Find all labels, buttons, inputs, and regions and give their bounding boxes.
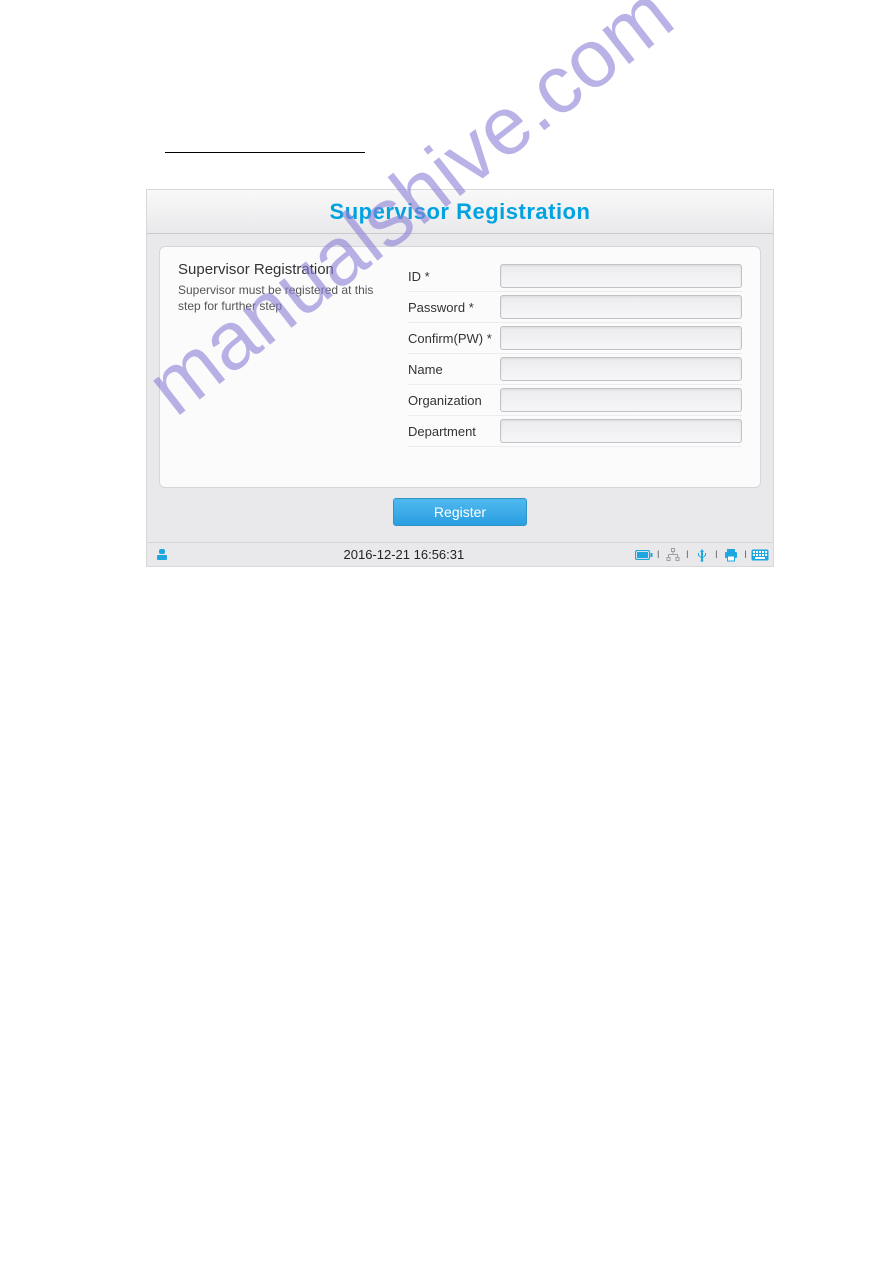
input-id[interactable] xyxy=(500,264,742,288)
field-row-password: Password * xyxy=(408,292,742,323)
label-confirm-pw: Confirm(PW) * xyxy=(408,331,500,346)
usb-icon[interactable] xyxy=(693,547,711,563)
battery-icon[interactable] xyxy=(635,547,653,563)
register-button[interactable]: Register xyxy=(393,498,527,526)
status-tray: I I I I xyxy=(635,547,769,563)
app-window: Supervisor Registration Supervisor Regis… xyxy=(146,189,774,567)
tray-separator: I xyxy=(685,549,690,561)
network-icon[interactable] xyxy=(664,547,682,563)
status-datetime: 2016-12-21 16:56:31 xyxy=(173,547,635,562)
registration-card: Supervisor Registration Supervisor must … xyxy=(159,246,761,488)
-input-organization[interactable] xyxy=(500,388,742,412)
label-department: Department xyxy=(408,424,500,439)
work-area: Supervisor Registration Supervisor must … xyxy=(147,234,773,542)
label-name: Name xyxy=(408,362,500,377)
button-row: Register xyxy=(159,498,761,526)
tray-separator: I xyxy=(656,549,661,561)
top-rule xyxy=(165,152,365,153)
label-id: ID * xyxy=(408,269,500,284)
label-password: Password * xyxy=(408,300,500,315)
status-bar: 2016-12-21 16:56:31 I I I I xyxy=(147,542,773,566)
tray-separator: I xyxy=(743,549,748,561)
input-password[interactable] xyxy=(500,295,742,319)
field-row-organization: Organization xyxy=(408,385,742,416)
field-row-department: Department xyxy=(408,416,742,447)
input-confirm-pw[interactable] xyxy=(500,326,742,350)
panel-note: Supervisor must be registered at this st… xyxy=(178,282,396,314)
registration-form: ID * Password * Confirm(PW) * Name xyxy=(408,261,742,447)
keyboard-icon[interactable] xyxy=(751,547,769,563)
field-row-name: Name xyxy=(408,354,742,385)
panel-heading: Supervisor Registration xyxy=(178,261,396,278)
window-title: Supervisor Registration xyxy=(330,199,591,225)
tray-separator: I xyxy=(714,549,719,561)
panel-description: Supervisor Registration Supervisor must … xyxy=(178,261,408,447)
field-row-confirm-pw: Confirm(PW) * xyxy=(408,323,742,354)
input-name[interactable] xyxy=(500,357,742,381)
printer-icon[interactable] xyxy=(722,547,740,563)
field-row-id: ID * xyxy=(408,261,742,292)
input-department[interactable] xyxy=(500,419,742,443)
user-icon[interactable] xyxy=(153,547,171,563)
label-organization: Organization xyxy=(408,393,500,408)
window-titlebar: Supervisor Registration xyxy=(147,190,773,234)
